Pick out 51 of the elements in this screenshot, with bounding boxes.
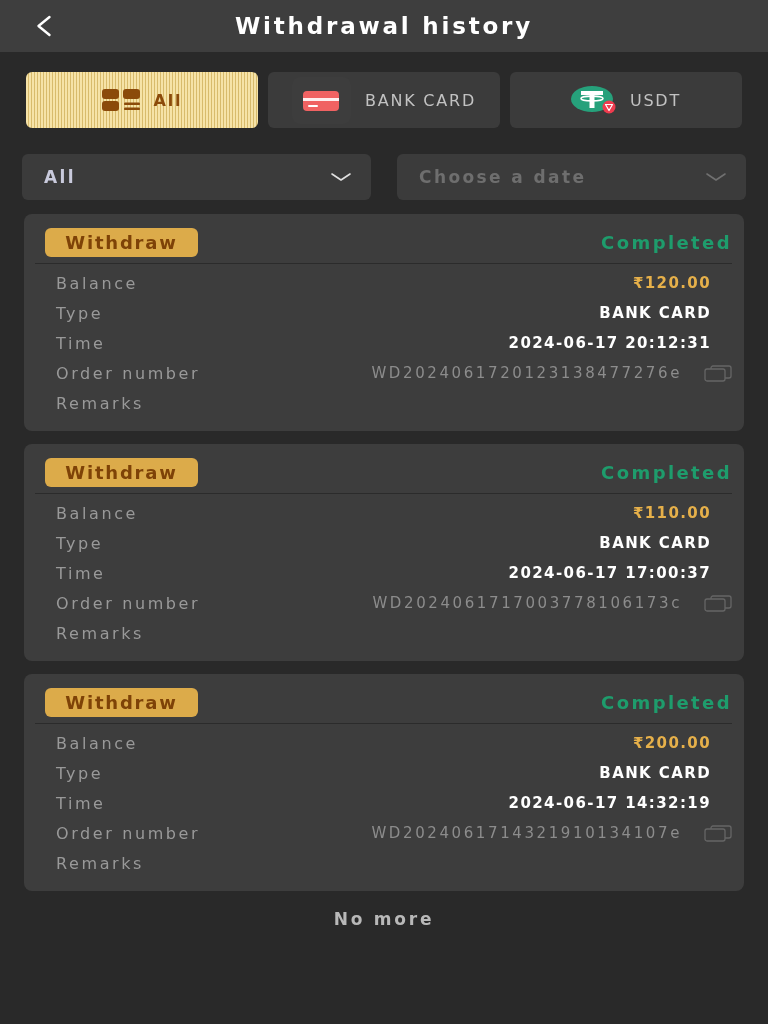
field-label: Type <box>56 533 105 553</box>
back-icon <box>36 15 52 37</box>
field-label: Time <box>56 563 107 583</box>
field-value: 2024-06-17 17:00:37 <box>508 564 711 582</box>
grid-icon <box>101 89 140 111</box>
order-number: WD2024061717003778106173c <box>372 594 682 612</box>
field-value: BANK CARD <box>599 534 711 552</box>
field-label: Type <box>56 763 105 783</box>
field-label: Balance <box>56 503 139 523</box>
amount-value: ₹120.00 <box>632 274 711 292</box>
type-tag: Withdraw <box>45 458 198 487</box>
copy-icon <box>704 364 732 382</box>
copy-button[interactable] <box>704 364 732 382</box>
filter-tab[interactable]: All <box>26 72 258 128</box>
copy-button[interactable] <box>704 594 732 612</box>
field-value: BANK CARD <box>599 764 711 782</box>
page-title: Withdrawal history <box>234 13 534 39</box>
field-value: 2024-06-17 14:32:19 <box>508 794 711 812</box>
order-number: WD2024061714321910134107e <box>371 824 682 842</box>
field-label: Order number <box>56 363 202 383</box>
copy-icon <box>704 824 732 842</box>
coin-icon <box>570 86 616 114</box>
field-value: BANK CARD <box>599 304 711 322</box>
copy-icon <box>704 594 732 612</box>
field-label: Balance <box>56 273 139 293</box>
status-text: Completed <box>601 692 732 713</box>
type-tag: Withdraw <box>45 228 198 257</box>
field-label: Type <box>56 303 105 323</box>
amount-value: ₹200.00 <box>632 734 711 752</box>
back-button[interactable] <box>34 13 54 39</box>
status-dropdown[interactable]: All <box>22 154 371 200</box>
end-of-list-text: No more <box>332 909 436 929</box>
field-label: Remarks <box>56 853 145 873</box>
status-text: Completed <box>601 232 732 253</box>
field-label: Time <box>56 793 107 813</box>
field-label: Remarks <box>56 623 145 643</box>
field-value: 2024-06-17 20:12:31 <box>508 334 711 352</box>
field-label: Order number <box>56 593 202 613</box>
amount-value: ₹110.00 <box>632 504 711 522</box>
copy-button[interactable] <box>704 824 732 842</box>
field-label: Time <box>56 333 107 353</box>
order-number: WD2024061720123138477276e <box>371 364 682 382</box>
chevron-down-icon <box>706 173 726 181</box>
field-label: Remarks <box>56 393 145 413</box>
status-text: Completed <box>601 462 732 483</box>
type-tag: Withdraw <box>45 688 198 717</box>
field-label: Order number <box>56 823 202 843</box>
filter-tab[interactable]: USDT <box>510 72 742 128</box>
filter-tab[interactable]: BANK CARD <box>268 72 500 128</box>
field-label: Balance <box>56 733 139 753</box>
chevron-down-icon <box>331 173 351 181</box>
